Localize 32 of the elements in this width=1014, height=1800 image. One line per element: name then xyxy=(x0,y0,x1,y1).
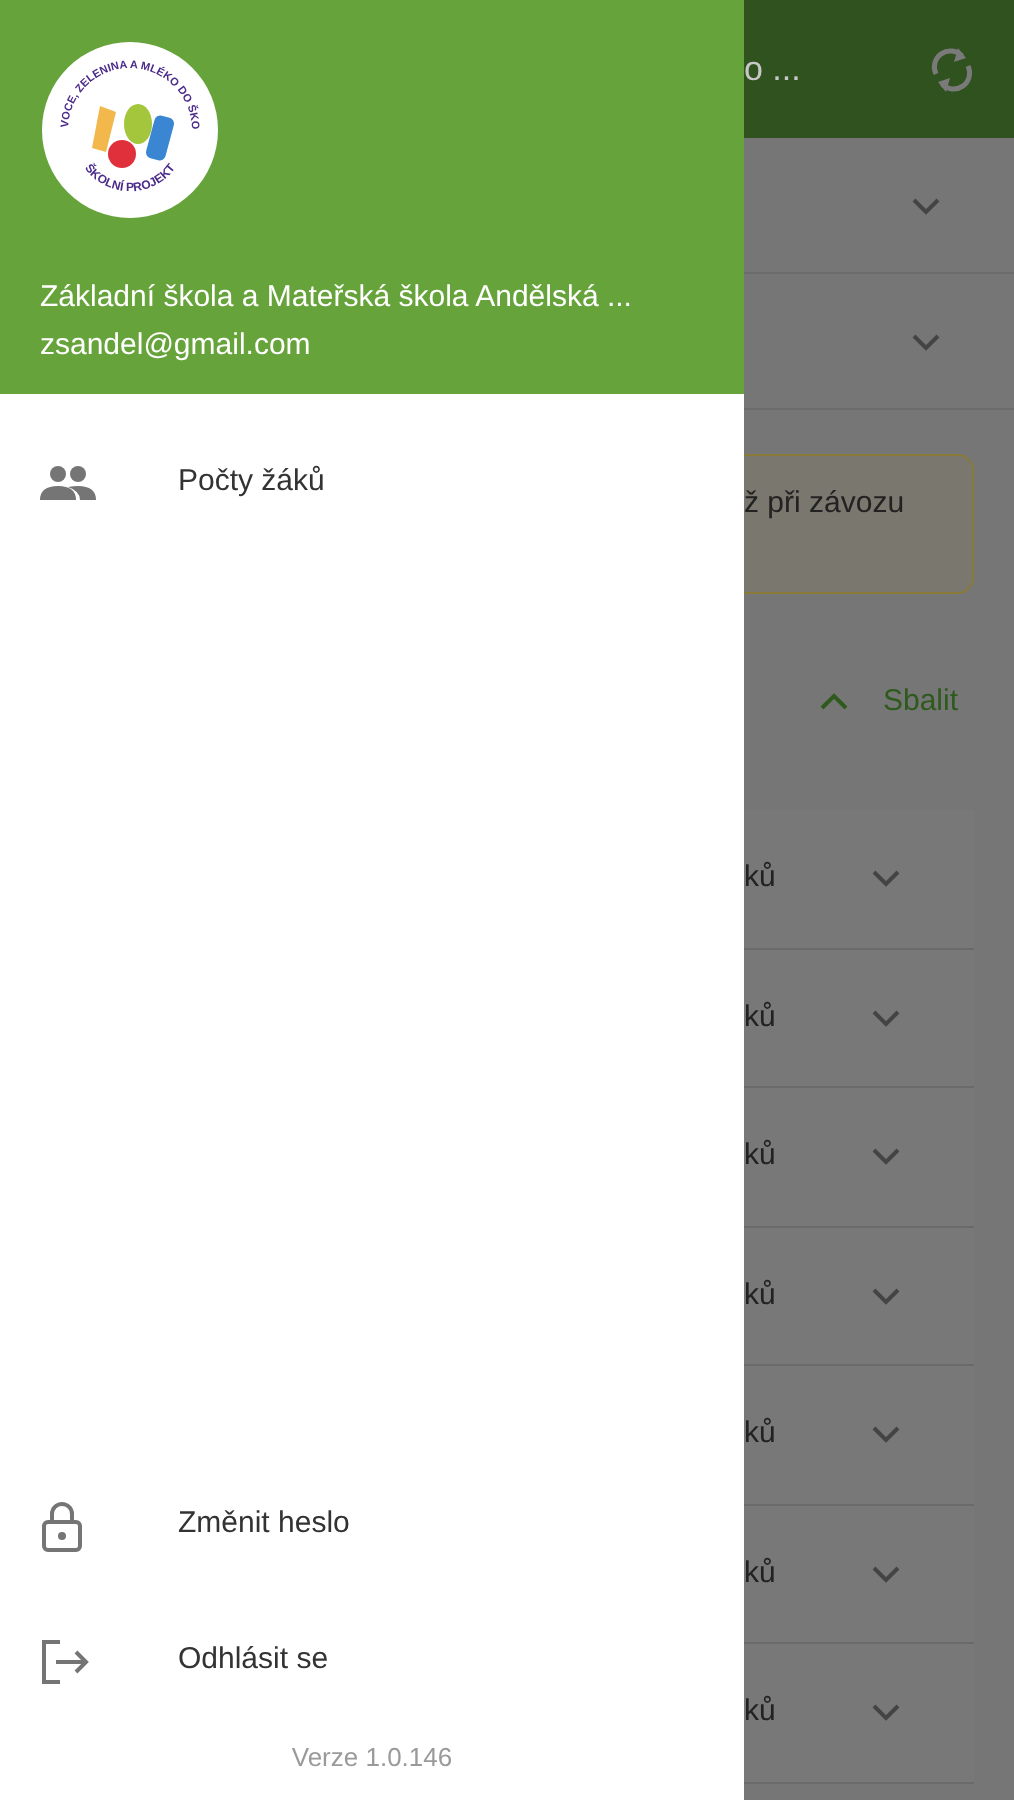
row-label: ků xyxy=(744,1136,776,1176)
list-card[interactable]: ků xyxy=(744,1505,974,1644)
chevron-down-icon[interactable] xyxy=(870,1007,902,1028)
list-card[interactable]: ků xyxy=(744,949,974,1088)
chevron-down-icon[interactable] xyxy=(910,331,942,351)
chevron-down-icon[interactable] xyxy=(870,868,902,889)
chevron-up-icon[interactable] xyxy=(818,692,851,712)
row-label: ků xyxy=(744,997,776,1037)
chevron-down-icon[interactable] xyxy=(870,1285,902,1306)
list-card[interactable]: ků xyxy=(744,1227,974,1366)
email: zsandel@gmail.com xyxy=(40,326,313,366)
chevron-down-icon[interactable] xyxy=(870,1702,902,1723)
chevron-down-icon[interactable] xyxy=(870,1563,902,1584)
row-label: ků xyxy=(744,1553,776,1593)
refresh-icon[interactable] xyxy=(930,45,974,93)
menu-item[interactable]: Změnit heslo xyxy=(178,1502,350,1548)
chevron-down-icon[interactable] xyxy=(870,1424,902,1445)
row-label: ků xyxy=(744,1692,776,1732)
chevron-down-icon[interactable] xyxy=(870,1146,902,1167)
menu-item[interactable]: Odhlásit se xyxy=(178,1638,329,1684)
notice-text: ž při závozu xyxy=(744,486,905,520)
row-label: ků xyxy=(744,1414,776,1454)
row-label: ků xyxy=(744,858,776,898)
school-name: Základní škola a Mateřská škola Andělská ... xyxy=(40,278,634,318)
version-label: Verze 1.0.146 xyxy=(289,1739,455,1775)
menu-item[interactable]: Počty žáků xyxy=(178,459,325,505)
logout-icon xyxy=(40,1637,92,1685)
chevron-down-icon[interactable] xyxy=(910,195,942,215)
lock-icon xyxy=(40,1499,84,1551)
people-icon xyxy=(40,464,96,500)
row-label: ků xyxy=(744,1275,776,1315)
app-title: o ... xyxy=(744,47,801,92)
